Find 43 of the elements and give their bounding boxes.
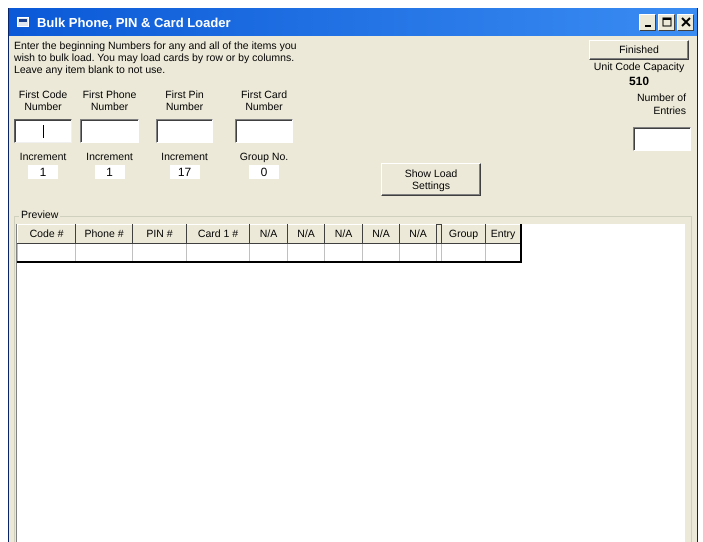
capacity-value: 510 <box>628 74 650 88</box>
instructions-text: Enter the beginning Numbers for any and all of the items you wish to bulk load. You may load cards by row or by columns. Leave any item blank to not use. <box>14 40 298 76</box>
maximize-button[interactable] <box>658 14 675 30</box>
increment-label: Increment <box>161 151 208 163</box>
column-header[interactable]: N/A <box>400 224 436 244</box>
number-field[interactable] <box>156 119 213 143</box>
field-label: First Card Number <box>240 89 288 113</box>
show-load-settings-button[interactable]: Show Load Settings <box>381 163 481 196</box>
number-field[interactable] <box>14 119 72 143</box>
entries-field[interactable] <box>633 127 691 151</box>
column-header[interactable]: Code # <box>18 224 76 244</box>
increment-label: Group No. <box>240 151 288 163</box>
capacity-label: Unit Code Capacity <box>594 61 684 73</box>
column-header[interactable]: N/A <box>250 224 288 244</box>
number-field[interactable] <box>80 119 139 143</box>
column-header[interactable]: N/A <box>362 224 400 244</box>
increment-field[interactable]: 0 <box>249 165 279 179</box>
window-icon <box>17 17 29 27</box>
column-header[interactable]: PIN # <box>132 224 186 244</box>
column-header[interactable]: N/A <box>324 224 362 244</box>
increment-field[interactable]: 1 <box>94 165 124 179</box>
entries-label: Number of Entries <box>636 92 686 118</box>
field-label: First Pin Number <box>164 89 205 113</box>
number-field[interactable] <box>235 119 293 143</box>
close-icon <box>680 17 690 27</box>
close-button[interactable] <box>677 14 694 30</box>
minimize-icon <box>644 24 650 26</box>
column-header[interactable]: Group <box>442 224 486 244</box>
column-header[interactable]: Entry <box>486 224 521 244</box>
field-label: First Code Number <box>18 89 68 113</box>
window-title: Bulk Phone, PIN & Card Loader <box>37 14 232 30</box>
field-label: First Phone Number <box>82 89 138 113</box>
minimize-button[interactable] <box>639 14 656 30</box>
column-header[interactable]: N/A <box>288 224 324 244</box>
column-header[interactable]: Phone # <box>76 224 132 244</box>
column-header[interactable]: Card 1 # <box>186 224 250 244</box>
increment-field[interactable]: 17 <box>170 165 200 179</box>
increment-field[interactable]: 1 <box>28 165 58 179</box>
maximize-icon <box>662 17 672 27</box>
finished-button[interactable]: Finished <box>589 40 689 60</box>
increment-label: Increment <box>20 151 66 163</box>
increment-label: Increment <box>86 151 133 163</box>
preview-title: Preview <box>19 209 60 221</box>
